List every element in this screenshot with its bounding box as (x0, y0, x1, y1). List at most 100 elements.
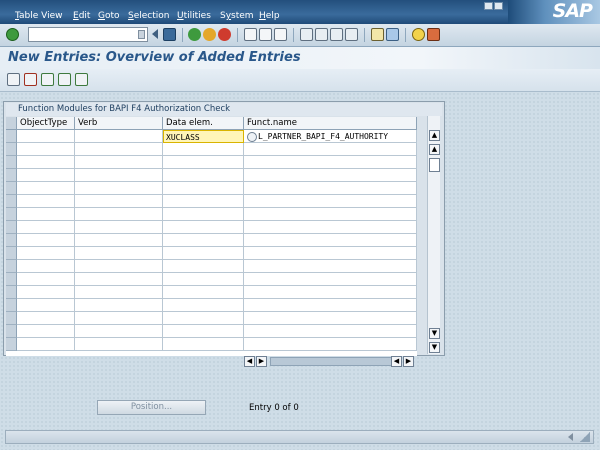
scroll-up-icon[interactable]: ▲ (429, 144, 440, 155)
table-cell-verb[interactable] (75, 286, 163, 299)
scroll-up-page-icon[interactable]: ▲ (429, 130, 440, 141)
table-cell-objecttype[interactable] (17, 247, 75, 260)
select-all-icon[interactable] (41, 73, 54, 86)
table-cell-data-elem[interactable] (163, 260, 244, 273)
exit-icon[interactable] (203, 28, 216, 41)
menu-table-view[interactable]: Table View (15, 11, 63, 21)
table-cell-data-elem[interactable] (163, 325, 244, 338)
scroll-left-page-icon[interactable]: ▶ (256, 356, 267, 367)
scroll-down-icon[interactable]: ▼ (429, 328, 440, 339)
table-cell-data-elem[interactable] (163, 169, 244, 182)
row-selector[interactable] (6, 130, 17, 143)
close-window-button[interactable] (494, 2, 503, 10)
triangle-left-icon[interactable] (152, 29, 158, 39)
table-cell-funct-name[interactable] (244, 182, 417, 195)
column-header-data-elem[interactable]: Data elem. (163, 117, 244, 130)
table-cell-objecttype[interactable] (17, 286, 75, 299)
table-cell-funct-name[interactable] (244, 143, 417, 156)
help-icon[interactable] (412, 28, 425, 41)
table-cell-data-elem[interactable] (163, 286, 244, 299)
row-selector[interactable] (6, 247, 17, 260)
horizontal-scroll-track[interactable] (270, 357, 402, 366)
display-change-icon[interactable] (7, 73, 20, 86)
row-selector[interactable] (6, 338, 17, 351)
find-icon[interactable] (259, 28, 272, 41)
enter-icon[interactable] (6, 28, 19, 41)
find-next-icon[interactable] (274, 28, 287, 41)
scroll-left-icon[interactable]: ◀ (244, 356, 255, 367)
row-selector[interactable] (6, 260, 17, 273)
table-cell-funct-name[interactable] (244, 156, 417, 169)
table-cell-funct-name[interactable] (244, 299, 417, 312)
table-cell-funct-name[interactable] (244, 312, 417, 325)
table-cell-objecttype[interactable] (17, 338, 75, 351)
select-all-rows-button[interactable] (6, 117, 17, 130)
table-cell-verb[interactable] (75, 338, 163, 351)
table-cell-objecttype[interactable] (17, 234, 75, 247)
table-cell-objecttype[interactable] (17, 195, 75, 208)
row-selector[interactable] (6, 286, 17, 299)
row-selector[interactable] (6, 156, 17, 169)
table-cell-data-elem[interactable] (163, 221, 244, 234)
row-selector[interactable] (6, 169, 17, 182)
row-selector[interactable] (6, 195, 17, 208)
menu-goto[interactable]: Goto (98, 11, 120, 21)
table-cell-funct-name[interactable] (244, 208, 417, 221)
table-cell-funct-name[interactable] (244, 338, 417, 351)
table-cell-verb[interactable] (75, 195, 163, 208)
table-cell-funct-name[interactable] (244, 195, 417, 208)
table-cell-data-elem[interactable] (163, 299, 244, 312)
table-cell-verb[interactable] (75, 325, 163, 338)
table-cell-verb[interactable] (75, 143, 163, 156)
status-collapse-icon[interactable] (568, 433, 573, 441)
new-session-icon[interactable] (371, 28, 384, 41)
table-cell-data-elem[interactable] (163, 234, 244, 247)
print-icon[interactable] (244, 28, 257, 41)
row-selector[interactable] (6, 312, 17, 325)
table-cell-funct-name[interactable] (244, 273, 417, 286)
table-cell-verb[interactable] (75, 221, 163, 234)
table-cell-verb[interactable] (75, 247, 163, 260)
select-block-icon[interactable] (58, 73, 71, 86)
table-cell-verb[interactable] (75, 208, 163, 221)
vertical-scrollbar[interactable]: ▲ ▲ ▼ ▼ (427, 116, 440, 354)
command-history-icon[interactable] (138, 30, 145, 39)
table-cell-data-elem[interactable] (163, 312, 244, 325)
table-cell-verb[interactable] (75, 312, 163, 325)
table-cell-funct-name[interactable] (244, 260, 417, 273)
menu-system[interactable]: System (220, 11, 254, 21)
scroll-right-page-icon[interactable]: ◀ (391, 356, 402, 367)
table-cell-objecttype[interactable] (17, 221, 75, 234)
horizontal-scrollbar[interactable]: ◀ ▶ ◀ ▶ (244, 356, 414, 367)
row-selector[interactable] (6, 208, 17, 221)
column-header-verb[interactable]: Verb (75, 117, 163, 130)
table-cell-data-elem[interactable] (163, 156, 244, 169)
row-selector[interactable] (6, 273, 17, 286)
table-cell-verb[interactable] (75, 169, 163, 182)
delete-entry-icon[interactable] (24, 73, 37, 86)
table-cell-funct-name[interactable] (244, 247, 417, 260)
table-cell-objecttype[interactable] (17, 143, 75, 156)
table-cell-verb[interactable] (75, 273, 163, 286)
last-page-icon[interactable] (345, 28, 358, 41)
column-header-funct-name[interactable]: Funct.name (244, 117, 417, 130)
table-cell-funct-name[interactable] (244, 169, 417, 182)
table-cell-objecttype[interactable] (17, 325, 75, 338)
menu-utilities[interactable]: Utilities (177, 11, 211, 21)
row-selector[interactable] (6, 182, 17, 195)
save-icon[interactable] (163, 28, 176, 41)
table-cell-verb[interactable] (75, 130, 163, 143)
scroll-down-page-icon[interactable]: ▼ (429, 342, 440, 353)
shortcut-icon[interactable] (386, 28, 399, 41)
table-cell-funct-name[interactable]: L_PARTNER_BAPI_F4_AUTHORITY (244, 130, 417, 143)
table-cell-data-elem[interactable] (163, 182, 244, 195)
table-cell-data-elem[interactable] (163, 338, 244, 351)
row-selector[interactable] (6, 234, 17, 247)
back-icon[interactable] (188, 28, 201, 41)
deselect-all-icon[interactable] (75, 73, 88, 86)
table-cell-data-elem[interactable] (163, 195, 244, 208)
scroll-right-icon[interactable]: ▶ (403, 356, 414, 367)
previous-page-icon[interactable] (315, 28, 328, 41)
minimize-button[interactable] (484, 2, 493, 10)
table-cell-verb[interactable] (75, 156, 163, 169)
